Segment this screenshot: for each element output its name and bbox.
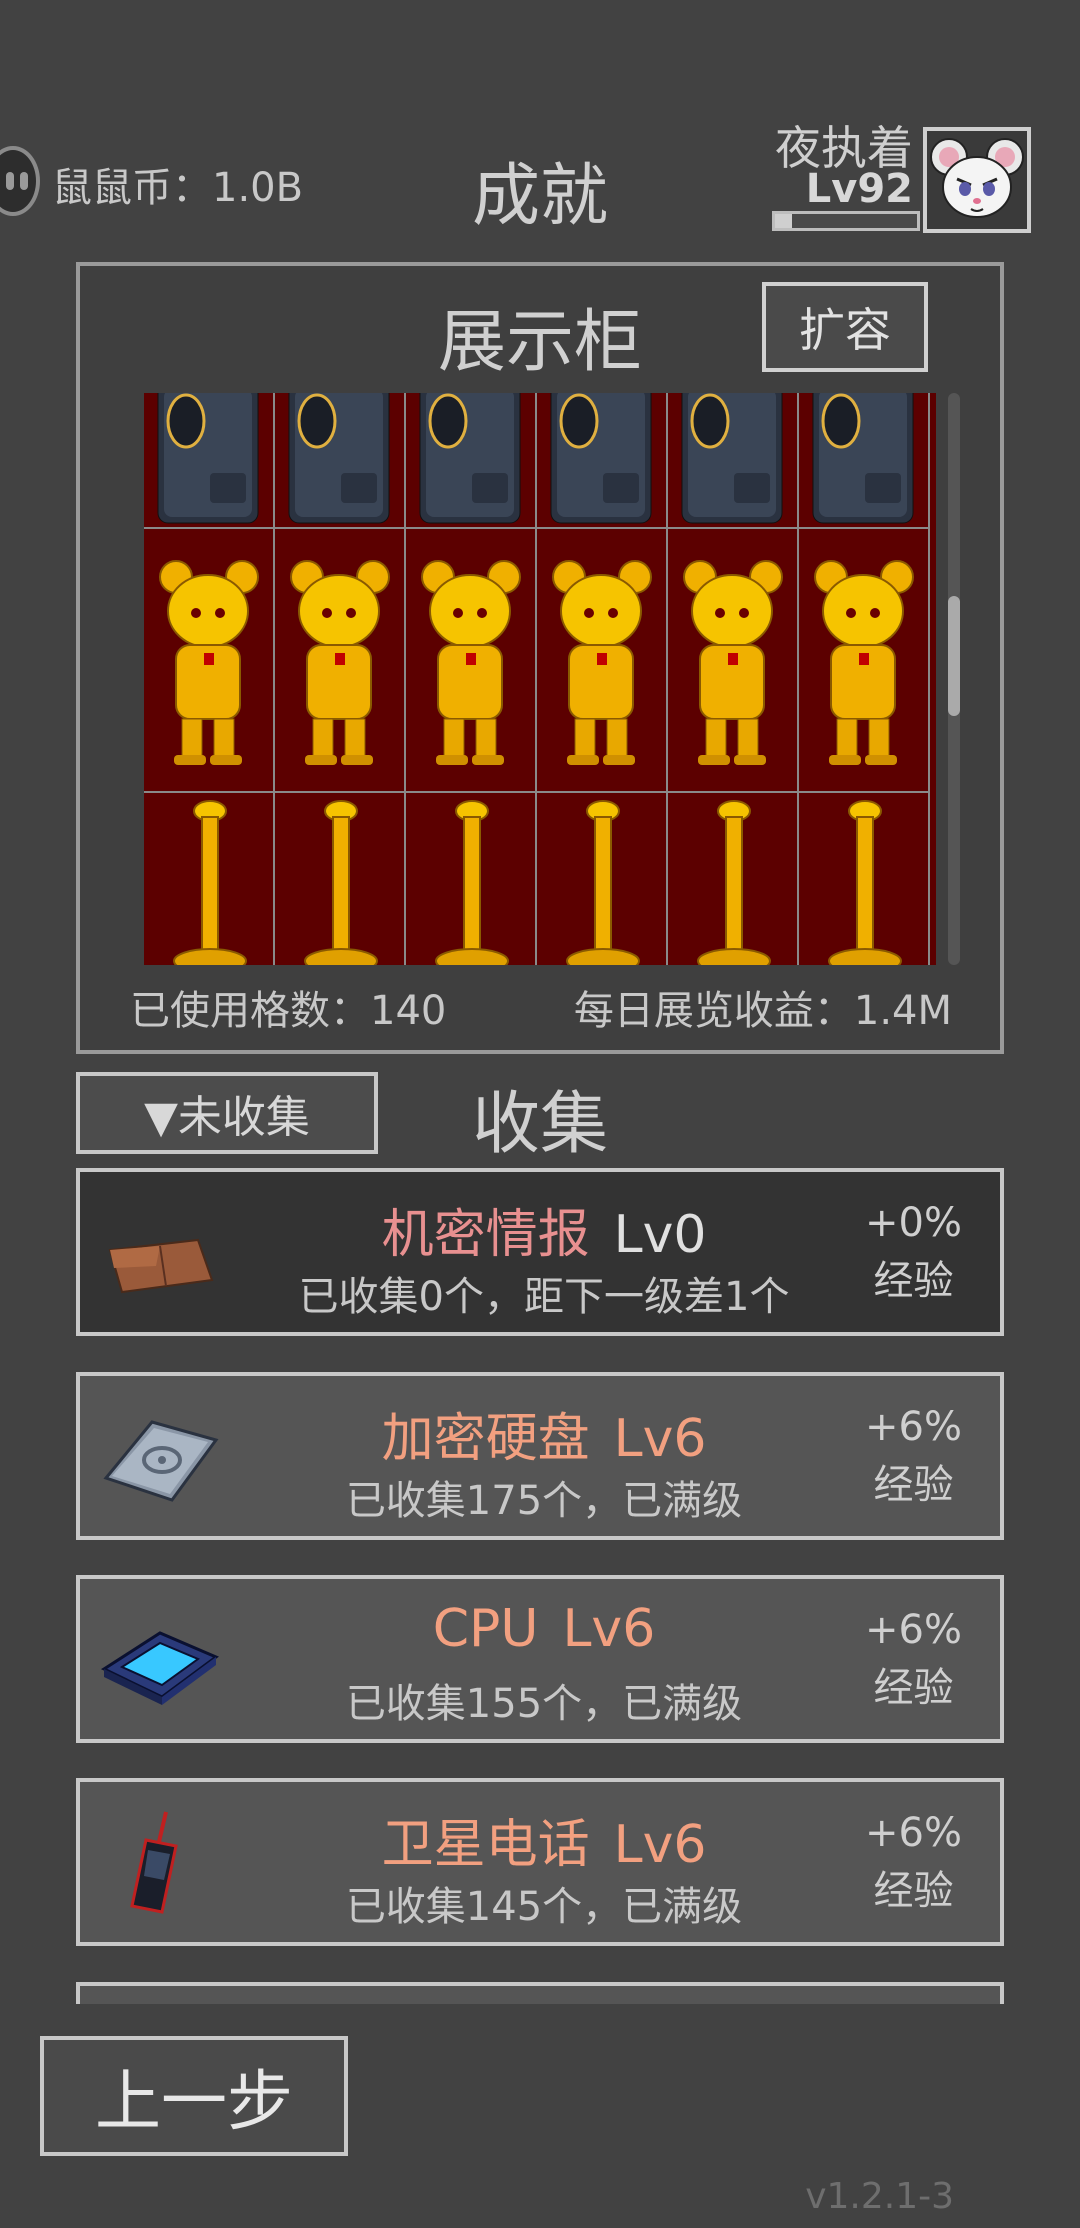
showcase-panel: 展示柜 扩容 已使用格数：140 每日展览收益：1.4M — [76, 262, 1004, 1054]
golden-stanchion-icon — [304, 800, 378, 965]
avatar[interactable] — [923, 127, 1031, 233]
collection-item-hard-drive[interactable]: 加密硬盘 Lv6 已收集175个，已满级 +6% 经验 — [76, 1372, 1004, 1540]
collection-item-satellite-phone[interactable]: 卫星电话 Lv6 已收集145个，已满级 +6% 经验 — [76, 1778, 1004, 1946]
back-button[interactable]: 上一步 — [40, 2036, 348, 2156]
showcase-grid[interactable] — [144, 393, 936, 965]
safe-door-icon — [157, 393, 259, 524]
item-level: Lv6 — [613, 1815, 707, 1875]
showcase-cell[interactable] — [537, 393, 668, 529]
showcase-row — [144, 393, 936, 529]
golden-mouse-statue-icon — [290, 560, 390, 765]
showcase-cell[interactable] — [406, 529, 537, 793]
user-level: Lv92 — [805, 166, 913, 212]
showcase-cell[interactable] — [275, 529, 406, 793]
showcase-row — [144, 529, 936, 793]
showcase-cell[interactable] — [406, 393, 537, 529]
item-name: 加密硬盘 — [381, 1409, 590, 1469]
showcase-cell[interactable] — [799, 393, 930, 529]
scrollbar-thumb[interactable] — [948, 596, 960, 716]
item-level: Lv6 — [562, 1599, 656, 1659]
golden-stanchion-icon — [828, 800, 902, 965]
golden-stanchion-icon — [697, 800, 771, 965]
safe-door-icon — [681, 393, 783, 524]
item-level: Lv6 — [613, 1409, 707, 1469]
golden-stanchion-icon — [566, 800, 640, 965]
item-bonus: +0% 经验 — [865, 1200, 962, 1304]
showcase-cell[interactable] — [144, 529, 275, 793]
showcase-cell[interactable] — [144, 793, 275, 965]
golden-mouse-statue-icon — [421, 560, 521, 765]
safe-door-icon — [550, 393, 652, 524]
showcase-cell[interactable] — [275, 793, 406, 965]
mouse-avatar-icon — [930, 138, 1024, 218]
collection-item-cpu[interactable]: CPU Lv6 已收集155个，已满级 +6% 经验 — [76, 1575, 1004, 1743]
item-name: CPU — [432, 1599, 539, 1659]
golden-mouse-statue-icon — [683, 560, 783, 765]
used-cells-text: 已使用格数：140 — [130, 988, 447, 1034]
daily-income-text: 每日展览收益：1.4M — [573, 988, 952, 1034]
golden-mouse-statue-icon — [159, 560, 259, 765]
showcase-cell[interactable] — [668, 393, 799, 529]
showcase-cell[interactable] — [537, 793, 668, 965]
xp-progress-bar — [772, 211, 920, 231]
safe-door-icon — [419, 393, 521, 524]
item-bonus: +6% 经验 — [865, 1404, 962, 1508]
showcase-row — [144, 793, 936, 965]
golden-mouse-statue-icon — [814, 560, 914, 765]
version-text: v1.2.1-3 — [805, 2176, 954, 2217]
item-bonus: +6% 经验 — [865, 1607, 962, 1711]
showcase-scrollbar[interactable] — [948, 393, 960, 965]
collection-list[interactable]: 机密情报 Lv0 已收集0个，距下一级差1个 +0% 经验 加密硬盘 Lv6 已收集1… — [76, 1168, 1004, 2004]
expand-button[interactable]: 扩容 — [762, 282, 928, 372]
golden-stanchion-icon — [173, 800, 247, 965]
showcase-cell[interactable] — [406, 793, 537, 965]
collection-item-partial[interactable] — [76, 1982, 1004, 2004]
item-bonus: +6% 经验 — [865, 1810, 962, 1914]
item-name: 机密情报 — [381, 1205, 590, 1265]
golden-mouse-statue-icon — [552, 560, 652, 765]
showcase-cell[interactable] — [144, 393, 275, 529]
showcase-cell[interactable] — [537, 529, 668, 793]
showcase-cell[interactable] — [799, 529, 930, 793]
golden-stanchion-icon — [435, 800, 509, 965]
showcase-cell[interactable] — [668, 529, 799, 793]
item-level: Lv0 — [613, 1205, 707, 1265]
item-name: 卫星电话 — [381, 1815, 590, 1875]
showcase-cell[interactable] — [275, 393, 406, 529]
showcase-cell[interactable] — [668, 793, 799, 965]
showcase-cell[interactable] — [799, 793, 930, 965]
safe-door-icon — [288, 393, 390, 524]
collection-title: 收集 — [471, 1085, 608, 1164]
collection-item-intel[interactable]: 机密情报 Lv0 已收集0个，距下一级差1个 +0% 经验 — [76, 1168, 1004, 1336]
safe-door-icon — [812, 393, 914, 524]
